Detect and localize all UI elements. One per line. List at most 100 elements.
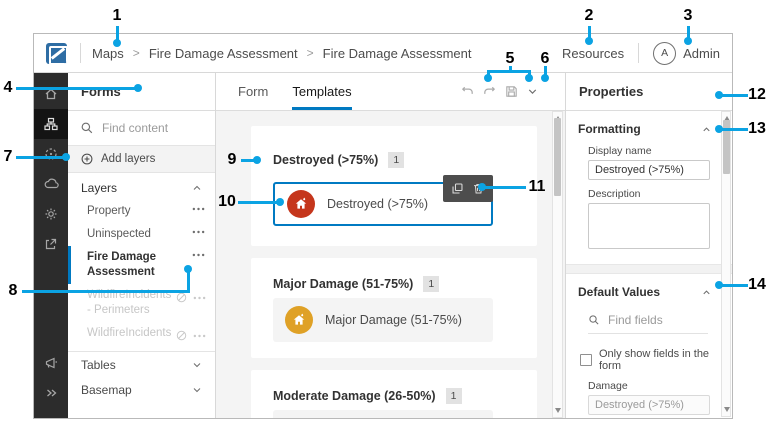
chevron-down-icon[interactable] <box>526 85 539 98</box>
user-avatar[interactable]: A <box>653 42 676 65</box>
forms-panel-title: Forms <box>68 73 215 111</box>
duplicate-icon[interactable] <box>451 182 464 195</box>
settings-gear-icon[interactable] <box>34 199 68 229</box>
properties-body: Formatting Display name Description <box>566 111 732 418</box>
forms-panel: Forms Add layers Layers <box>68 73 216 418</box>
search-icon <box>80 121 94 135</box>
destroyed-symbol-icon <box>287 190 315 218</box>
sharing-icon[interactable] <box>34 229 68 259</box>
formatting-section: Formatting Display name Description <box>566 111 732 264</box>
description-label: Description <box>588 188 710 200</box>
formatting-section-header[interactable]: Formatting <box>578 121 712 137</box>
scrollbar-thumb[interactable] <box>554 118 561 196</box>
template-group-title: Moderate Damage (26-50%) <box>273 389 436 403</box>
layer-name: WildfireIncidents - Perimeters <box>87 288 175 318</box>
major-damage-symbol-icon <box>285 306 313 334</box>
form-templates-tabbar: Form Templates <box>216 73 565 111</box>
template-card-moderate-damage[interactable]: Moderate Damage (26-50%) <box>273 410 493 418</box>
offline-icon[interactable] <box>34 169 68 199</box>
template-card-major-damage[interactable]: Major Damage (51-75%) <box>273 298 493 342</box>
breadcrumb: Maps > Fire Damage Assessment > Fire Dam… <box>92 46 472 61</box>
chevron-down-icon <box>191 384 203 396</box>
layer-item-wildfire-perimeters[interactable]: WildfireIncidents - Perimeters <box>68 284 215 322</box>
properties-panel: Properties Formatting Display name D <box>565 73 732 418</box>
template-group-title: Major Damage (51-75%) <box>273 277 413 291</box>
callout-4: 4 <box>4 79 13 97</box>
tab-form[interactable]: Form <box>238 73 268 110</box>
navigation-rail <box>34 73 68 418</box>
breadcrumb-separator: > <box>307 46 314 60</box>
header-divider <box>638 43 639 63</box>
template-group-header: Destroyed (>75%) 1 <box>273 152 515 168</box>
default-values-section-header[interactable]: Default Values <box>578 284 712 300</box>
template-group-major-damage: Major Damage (51-75%) 1 Major Damage (51… <box>251 258 537 358</box>
trash-icon[interactable] <box>472 182 485 195</box>
display-name-input[interactable] <box>588 160 710 180</box>
templates-scrollbar[interactable] <box>552 111 563 418</box>
tab-templates[interactable]: Templates <box>292 73 351 110</box>
layer-item-fire-damage-assessment[interactable]: Fire Damage Assessment <box>68 246 215 284</box>
scroll-down-arrow-icon[interactable] <box>555 408 561 413</box>
template-card-label: Destroyed (>75%) <box>327 197 428 211</box>
find-fields-search <box>588 306 708 334</box>
map-areas-icon[interactable] <box>34 139 68 169</box>
overflow-menu-icon[interactable] <box>193 296 206 300</box>
only-show-fields-label: Only show fields in the form <box>599 348 712 372</box>
breadcrumb-map-name[interactable]: Fire Damage Assessment <box>149 46 298 61</box>
damage-field-label: Damage <box>588 380 710 392</box>
plus-circle-icon <box>80 152 94 166</box>
overflow-menu-icon[interactable] <box>192 230 205 234</box>
template-card-label: Major Damage (51-75%) <box>325 313 462 327</box>
damage-field-input[interactable] <box>588 395 710 415</box>
layer-name: Fire Damage Assessment <box>87 250 192 280</box>
forms-icon[interactable] <box>34 109 68 139</box>
description-input[interactable] <box>588 203 710 249</box>
template-group-title: Destroyed (>75%) <box>273 153 378 167</box>
tables-section-header[interactable]: Tables <box>68 351 215 377</box>
avatar-initial: A <box>661 47 668 59</box>
template-card-destroyed[interactable]: Destroyed (>75%) <box>273 182 493 226</box>
callout-1: 1 <box>113 7 122 25</box>
save-icon[interactable] <box>504 84 519 99</box>
only-show-fields-checkbox[interactable] <box>580 354 592 366</box>
layer-name: Uninspected <box>87 227 192 242</box>
layer-item-wildfire-incidents[interactable]: WildfireIncidents <box>68 322 215 346</box>
chevron-up-icon <box>701 124 712 135</box>
find-fields-input[interactable] <box>608 313 708 327</box>
home-icon[interactable] <box>34 79 68 109</box>
feedback-megaphone-icon[interactable] <box>34 348 68 378</box>
scrollbar-thumb[interactable] <box>723 120 730 174</box>
callout-12: 12 <box>748 86 766 104</box>
properties-panel-title: Properties <box>566 73 732 111</box>
arcgis-logo[interactable] <box>46 43 67 64</box>
chevron-up-icon <box>701 287 712 298</box>
not-supported-icon <box>175 329 188 342</box>
user-menu[interactable]: Admin <box>683 46 720 61</box>
properties-scrollbar[interactable] <box>721 111 731 417</box>
chevron-down-icon <box>191 359 203 371</box>
templates-list: Destroyed (>75%) 1 <box>216 111 565 418</box>
template-group-moderate-damage: Moderate Damage (26-50%) 1 Moderate Dama… <box>251 370 537 418</box>
breadcrumb-maps[interactable]: Maps <box>92 46 124 61</box>
scroll-down-arrow-icon[interactable] <box>724 407 730 412</box>
template-group-destroyed: Destroyed (>75%) 1 <box>251 126 537 246</box>
undo-icon[interactable] <box>460 84 475 99</box>
overflow-menu-icon[interactable] <box>192 207 205 211</box>
collapse-chevrons-icon[interactable] <box>34 378 68 408</box>
app-window: Maps > Fire Damage Assessment > Fire Dam… <box>33 33 733 419</box>
layers-section-header[interactable]: Layers <box>68 173 215 200</box>
overflow-menu-icon[interactable] <box>193 334 206 338</box>
redo-icon[interactable] <box>482 84 497 99</box>
tab-form-label: Form <box>238 84 268 99</box>
not-supported-icon <box>175 291 188 304</box>
basemap-section-label: Basemap <box>81 383 132 397</box>
add-layers-button[interactable]: Add layers <box>68 146 215 173</box>
resources-link[interactable]: Resources <box>562 46 624 61</box>
basemap-section-header[interactable]: Basemap <box>68 377 215 403</box>
layer-item-uninspected[interactable]: Uninspected <box>68 223 215 246</box>
template-group-header: Major Damage (51-75%) 1 <box>273 276 515 292</box>
overflow-menu-icon[interactable] <box>192 253 205 257</box>
search-input[interactable] <box>102 121 203 135</box>
header-divider <box>80 43 81 63</box>
layer-item-property[interactable]: Property <box>68 200 215 223</box>
